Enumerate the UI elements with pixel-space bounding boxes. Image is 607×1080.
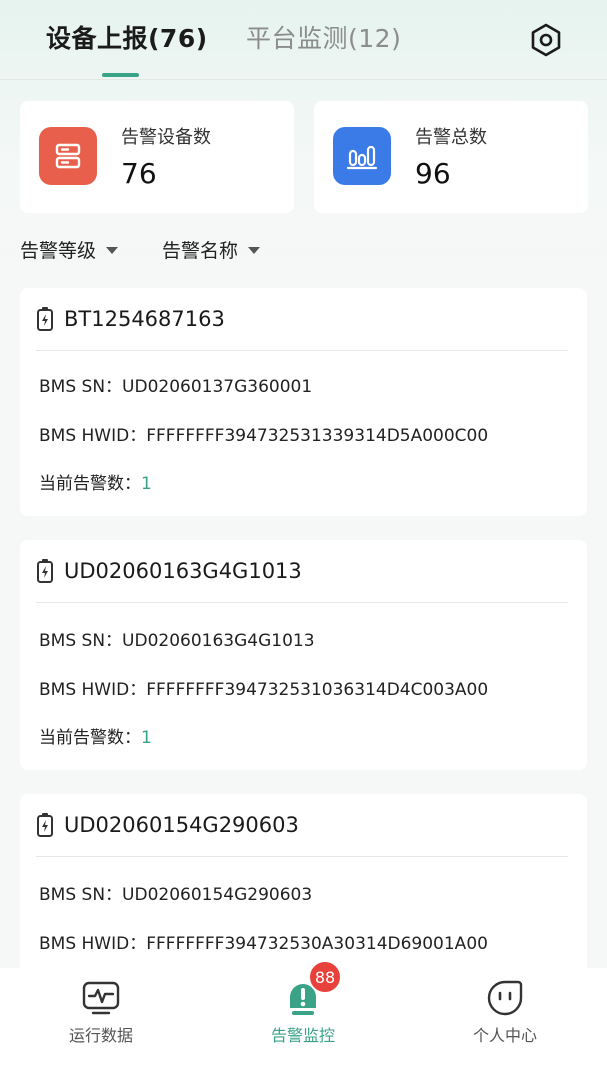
- alarm-count-label: 当前告警数：: [39, 474, 141, 494]
- settings-button[interactable]: [526, 20, 566, 60]
- alarm-count-row: 当前告警数：1: [39, 469, 152, 494]
- tab-device-report[interactable]: 设备上报(76): [46, 22, 208, 56]
- battery-icon: [37, 307, 53, 331]
- device-card[interactable]: BT1254687163 BMS SN：UD02060137G360001 BM…: [20, 288, 587, 516]
- alarm-total-card: 告警总数 96: [314, 101, 588, 213]
- device-id: UD02060154G290603: [64, 813, 299, 837]
- bms-hwid-value: FFFFFFFF394732531339314D5A000C00: [146, 426, 489, 446]
- alarm-device-count-card: 告警设备数 76: [20, 101, 294, 213]
- alarm-total-value: 96: [415, 157, 451, 190]
- nav-item-profile[interactable]: 个人中心: [440, 978, 570, 1048]
- bms-hwid-row: BMS HWID：FFFFFFFF394732531339314D5A000C0…: [39, 421, 488, 446]
- server-icon: [39, 127, 97, 185]
- nav-label-alarm-monitor: 告警监控: [270, 1026, 335, 1045]
- alarm-count-value: 1: [141, 728, 152, 748]
- bms-sn-row: BMS SN：UD02060137G360001: [39, 372, 312, 397]
- alarm-count-value: 1: [141, 474, 152, 494]
- nav-item-run-data[interactable]: 运行数据: [36, 978, 166, 1048]
- alarm-count-badge: 88: [308, 960, 342, 994]
- monitor-pulse-icon: [79, 978, 123, 1018]
- alarm-name-filter-label: 告警名称: [162, 240, 239, 262]
- alarm-name-filter[interactable]: 告警名称: [162, 236, 261, 263]
- bms-sn-row: BMS SN：UD02060163G4G1013: [39, 626, 315, 651]
- alarm-count-row: 当前告警数：1: [39, 723, 152, 748]
- device-card[interactable]: UD02060154G290603 BMS SN：UD02060154G2906…: [20, 794, 587, 968]
- tab-platform-monitor[interactable]: 平台监测(12): [246, 22, 401, 56]
- battery-icon: [37, 559, 53, 583]
- top-tab-bar: 设备上报(76) 平台监测(12): [0, 0, 607, 80]
- nav-item-alarm-monitor[interactable]: 告警监控: [238, 978, 368, 1048]
- bms-hwid-label: BMS HWID：: [39, 934, 147, 954]
- nav-label-profile: 个人中心: [472, 1026, 537, 1045]
- bms-hwid-value: FFFFFFFF394732531036314D4C003A00: [146, 680, 489, 700]
- caret-down-icon: [248, 247, 261, 254]
- bms-hwid-row: BMS HWID：FFFFFFFF394732531036314D4C003A0…: [39, 675, 488, 700]
- device-id: UD02060163G4G1013: [64, 559, 302, 583]
- bms-sn-row: BMS SN：UD02060154G290603: [39, 880, 312, 905]
- alarm-device-count-value: 76: [121, 157, 157, 190]
- divider: [36, 856, 568, 857]
- bms-sn-value: UD02060154G290603: [122, 885, 313, 905]
- device-list[interactable]: BT1254687163 BMS SN：UD02060137G360001 BM…: [0, 288, 607, 968]
- bms-sn-label: BMS SN：: [39, 885, 123, 905]
- active-tab-indicator: [102, 73, 139, 77]
- device-title: BT1254687163: [36, 302, 225, 336]
- bms-hwid-value: FFFFFFFF394732530A30314D69001A00: [146, 934, 488, 954]
- device-title: UD02060163G4G1013: [36, 554, 302, 588]
- bms-hwid-label: BMS HWID：: [39, 426, 147, 446]
- bms-hwid-label: BMS HWID：: [39, 680, 147, 700]
- face-icon: [483, 978, 527, 1018]
- bms-hwid-row: BMS HWID：FFFFFFFF394732530A30314D69001A0…: [39, 929, 488, 954]
- bar-chart-icon: [333, 127, 391, 185]
- bms-sn-label: BMS SN：: [39, 377, 123, 397]
- divider: [36, 350, 568, 351]
- bottom-nav: 运行数据 告警监控 个人中心: [0, 968, 607, 1080]
- alarm-count-label: 当前告警数：: [39, 728, 141, 748]
- device-id: BT1254687163: [64, 307, 225, 331]
- device-card[interactable]: UD02060163G4G1013 BMS SN：UD02060163G4G10…: [20, 540, 587, 770]
- nav-label-run-data: 运行数据: [68, 1026, 133, 1045]
- bms-sn-label: BMS SN：: [39, 631, 123, 651]
- divider: [36, 602, 568, 603]
- bms-sn-value: UD02060137G360001: [122, 377, 313, 397]
- settings-hex-icon: [531, 23, 561, 57]
- battery-icon: [37, 813, 53, 837]
- alarm-total-label: 告警总数: [415, 127, 487, 148]
- bms-sn-value: UD02060163G4G1013: [122, 631, 315, 651]
- alarm-level-filter[interactable]: 告警等级: [20, 236, 119, 263]
- caret-down-icon: [106, 247, 119, 254]
- alarm-level-filter-label: 告警等级: [20, 240, 97, 262]
- alarm-device-count-label: 告警设备数: [121, 127, 211, 148]
- device-title: UD02060154G290603: [36, 808, 299, 842]
